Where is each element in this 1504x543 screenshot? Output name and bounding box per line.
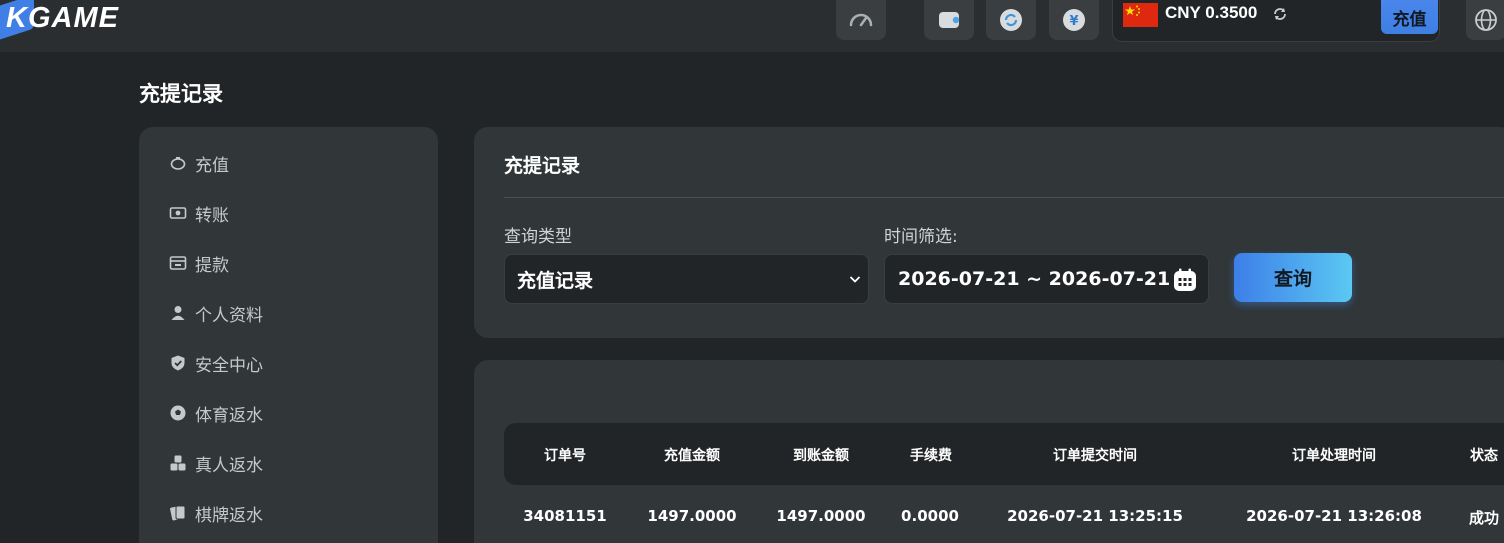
withdraw-icon: [169, 254, 187, 272]
sidebar-item-label: 安全中心: [195, 355, 263, 376]
sidebar-item-transfer[interactable]: 转账: [169, 201, 229, 226]
table-cell: 34081151: [523, 507, 607, 525]
table-header: 订单号 充值金额 到账金额 手续费 订单提交时间 订单处理时间 状态: [504, 423, 1504, 485]
query-type-select[interactable]: 充值记录: [504, 254, 869, 304]
divider: [504, 197, 1504, 198]
query-button[interactable]: 查询: [1234, 253, 1352, 302]
balance-widget: CNY 0.3500 充值: [1112, 0, 1440, 42]
shield-icon: [169, 354, 187, 372]
sidebar-item-label: 个人资料: [195, 305, 263, 326]
soccer-ball-icon: [169, 404, 187, 422]
wallet-button[interactable]: [924, 0, 974, 40]
wallet-icon: [939, 12, 960, 28]
dice-icon: [169, 454, 187, 472]
sidebar-item-label: 充值: [195, 155, 229, 176]
sidebar: 充值 转账 提款 个人资料 安全中心 体育返水 真人返水 棋牌返水: [139, 127, 438, 543]
deposit-button[interactable]: 充值: [1381, 0, 1438, 34]
column-header: 状态: [1470, 448, 1498, 464]
sidebar-item-withdraw[interactable]: 提款: [169, 251, 229, 276]
yuan-button[interactable]: ¥: [1049, 0, 1099, 40]
language-button[interactable]: [1466, 0, 1504, 40]
yuan-coin-icon: ¥: [1063, 9, 1085, 31]
table-cell: 0.0000: [901, 507, 959, 525]
logo-text: KGAME: [6, 2, 119, 34]
calendar-icon[interactable]: [1172, 267, 1198, 293]
svg-text:¥: ¥: [1069, 14, 1078, 29]
date-range-value: 2026-07-21 ~ 2026-07-21: [898, 268, 1171, 290]
filter-panel: 充提记录 查询类型 时间筛选: 充值记录 2026-07-21 ~ 2026-0…: [474, 127, 1504, 338]
refresh-button[interactable]: [986, 0, 1036, 40]
cards-icon: [169, 504, 187, 522]
status-badge: 成功: [1468, 509, 1500, 527]
cn-flag-icon: [1123, 3, 1158, 27]
page-title: 充提记录: [139, 82, 223, 106]
chevron-down-icon: [849, 276, 861, 283]
balance-amount: CNY 0.3500: [1165, 3, 1258, 22]
table-cell: 1497.0000: [776, 507, 866, 525]
piggy-bank-icon: [169, 154, 187, 172]
user-icon: [169, 304, 187, 322]
sidebar-item-cards-rebate[interactable]: 棋牌返水: [169, 501, 263, 526]
records-table: 订单号 充值金额 到账金额 手续费 订单提交时间 订单处理时间 状态 34081…: [474, 360, 1504, 543]
column-header: 订单提交时间: [1053, 448, 1137, 464]
globe-icon: [1475, 9, 1497, 31]
sidebar-item-sports-rebate[interactable]: 体育返水: [169, 401, 263, 426]
query-type-value: 充值记录: [517, 269, 594, 292]
panel-title: 充提记录: [504, 155, 581, 177]
speed-button[interactable]: [836, 0, 886, 40]
table-cell: 2026-07-21 13:26:08: [1246, 507, 1422, 525]
sidebar-item-security[interactable]: 安全中心: [169, 351, 263, 376]
time-filter-label: 时间筛选:: [884, 227, 958, 247]
balance-refresh-icon[interactable]: [1271, 5, 1289, 23]
sidebar-item-deposit[interactable]: 充值: [169, 151, 229, 176]
sidebar-item-label: 转账: [195, 205, 229, 226]
table-cell: 2026-07-21 13:25:15: [1007, 507, 1183, 525]
table-cell: 1497.0000: [647, 507, 737, 525]
refresh-icon: [1000, 9, 1022, 31]
sidebar-item-live-rebate[interactable]: 真人返水: [169, 451, 263, 476]
column-header: 手续费: [910, 448, 952, 464]
top-bar: KGAME ¥ CNY 0.3500 充值: [0, 0, 1504, 52]
logo[interactable]: KGAME: [0, 0, 160, 40]
column-header: 到账金额: [793, 448, 849, 464]
query-type-label: 查询类型: [504, 227, 572, 247]
column-header: 充值金额: [664, 448, 720, 464]
money-transfer-icon: [169, 204, 187, 222]
sidebar-item-label: 棋牌返水: [195, 505, 263, 526]
date-range-input[interactable]: 2026-07-21 ~ 2026-07-21: [884, 254, 1209, 304]
column-header: 订单处理时间: [1292, 448, 1376, 464]
column-header: 订单号: [544, 448, 586, 464]
sidebar-item-label: 提款: [195, 255, 229, 276]
sidebar-item-label: 真人返水: [195, 455, 263, 476]
speedometer-icon: [849, 13, 873, 27]
sidebar-item-profile[interactable]: 个人资料: [169, 301, 263, 326]
sidebar-item-label: 体育返水: [195, 405, 263, 426]
